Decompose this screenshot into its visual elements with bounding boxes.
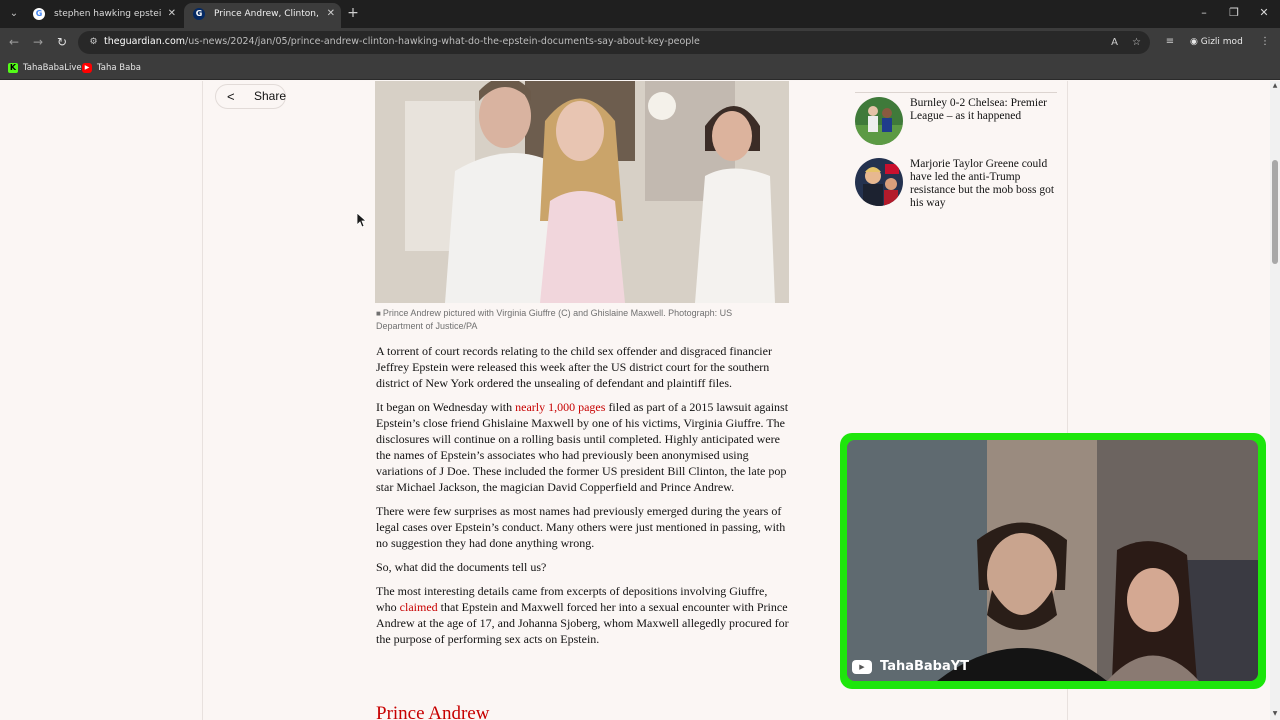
incognito-indicator[interactable]: ◉ Gizli mod (1190, 34, 1243, 50)
guardian-g-icon: G (193, 8, 205, 20)
youtube-icon: ▶ (852, 660, 872, 674)
webcam-feed (847, 440, 1258, 681)
site-info-icon[interactable]: ⚙ (87, 36, 100, 49)
bookmark-star-icon[interactable]: ☆ (1130, 36, 1143, 49)
translate-icon[interactable]: A (1108, 36, 1121, 49)
tab-guardian-article[interactable]: G Prince Andrew, Clinton, Hawking ✕ (184, 3, 341, 28)
related-divider (855, 92, 1057, 93)
forward-arrow-icon[interactable]: → (30, 34, 46, 50)
tab-title: Prince Andrew, Clinton, Hawking (214, 9, 322, 19)
bookmark-label: Taha Baba (97, 63, 141, 73)
tab-search-chevron-icon[interactable]: ⌄ (6, 6, 22, 22)
related-thumbnail (855, 158, 903, 206)
incognito-icon: ◉ (1190, 37, 1198, 47)
new-tab-plus-icon[interactable]: + (345, 5, 361, 21)
column-divider (202, 81, 203, 720)
related-item[interactable]: Burnley 0-2 Chelsea: Premier League – as… (855, 97, 1060, 147)
paragraph: The most interesting details came from e… (376, 584, 789, 646)
reload-icon[interactable]: ↻ (54, 34, 70, 50)
url-text: theguardian.com/us-news/2024/jan/05/prin… (104, 36, 700, 47)
paragraph: So, what did the documents tell us? (376, 560, 547, 574)
camera-icon: ■ (376, 309, 381, 318)
nearly-1000-pages-link[interactable]: nearly 1,000 pages (515, 400, 605, 414)
related-item[interactable]: Marjorie Taylor Greene could have led th… (855, 158, 1060, 209)
reading-list-icon[interactable]: ≡ (1163, 35, 1177, 49)
share-button[interactable]: < Share (215, 84, 286, 109)
tab-google-search[interactable]: G stephen hawking epstein case ✕ (24, 3, 182, 28)
tab-title: stephen hawking epstein case (54, 9, 162, 19)
photo-caption: ■ Prince Andrew pictured with Virginia Gi… (376, 308, 733, 331)
section-subheading: Prince Andrew (376, 703, 490, 720)
paragraph: A torrent of court records relating to t… (376, 344, 772, 390)
share-label: Share (254, 89, 287, 103)
share-icon: < (227, 89, 235, 104)
youtube-icon: ▶ (82, 63, 92, 73)
scroll-down-arrow-icon[interactable]: ▼ (1271, 710, 1279, 718)
webcam-channel-label: ▶ TahaBabaYT (852, 657, 969, 677)
menu-kebab-icon[interactable]: ⋮ (1258, 35, 1272, 49)
article-body: A torrent of court records relating to t… (376, 343, 790, 655)
related-thumbnail (855, 97, 903, 145)
minimize-icon[interactable]: – (1197, 6, 1211, 19)
mouse-cursor-icon (357, 213, 367, 227)
bookmark-tahababalive[interactable]: K TahaBabaLive (8, 61, 82, 75)
close-tab-icon[interactable]: ✕ (327, 3, 335, 25)
photo-illustration (375, 81, 789, 303)
related-title: Burnley 0-2 Chelsea: Premier League – as… (910, 97, 1048, 122)
browser-toolbar: ← → ↻ ⚙ theguardian.com/us-news/2024/jan… (0, 28, 1280, 56)
scroll-up-arrow-icon[interactable]: ▲ (1271, 82, 1279, 90)
restore-icon[interactable]: ❐ (1227, 6, 1241, 19)
tab-strip: ⌄ G stephen hawking epstein case ✕ G Pri… (0, 0, 1280, 28)
bookmark-taha-baba[interactable]: ▶ Taha Baba (82, 61, 141, 75)
claimed-link[interactable]: claimed (400, 600, 438, 614)
scrollbar-thumb[interactable] (1272, 160, 1278, 264)
paragraph: It began on Wednesday with nearly 1,000 … (376, 400, 789, 494)
back-arrow-icon[interactable]: ← (6, 34, 22, 50)
webcam-illustration (847, 440, 1258, 681)
related-title: Marjorie Taylor Greene could have led th… (910, 158, 1055, 209)
incognito-label: Gizli mod (1200, 37, 1243, 47)
kick-icon: K (8, 63, 18, 73)
bookmark-label: TahaBabaLive (23, 63, 82, 73)
bookmarks-bar: K TahaBabaLive ▶ Taha Baba (0, 56, 1280, 80)
paragraph: There were few surprises as most names h… (376, 504, 786, 550)
address-bar[interactable]: ⚙ theguardian.com/us-news/2024/jan/05/pr… (78, 31, 1150, 54)
google-g-icon: G (33, 8, 45, 20)
article-photo (375, 81, 789, 303)
close-tab-icon[interactable]: ✕ (168, 3, 176, 25)
close-window-icon[interactable]: ✕ (1257, 6, 1271, 19)
